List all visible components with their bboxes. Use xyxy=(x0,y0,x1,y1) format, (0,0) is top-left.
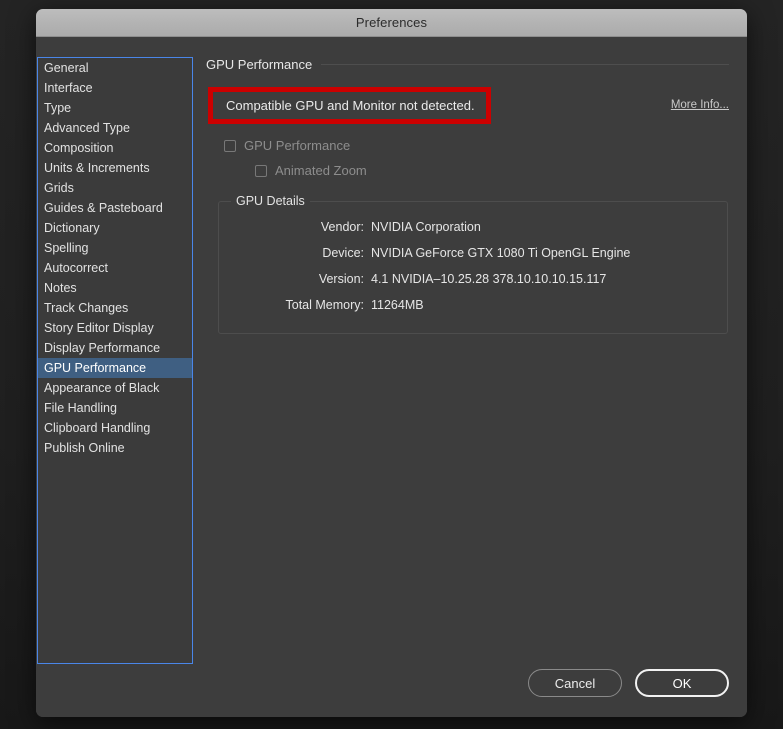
gpu-detail-row: Vendor: NVIDIA Corporation xyxy=(219,220,727,246)
dialog-body: General Interface Type Advanced Type Composi… xyxy=(36,37,747,717)
preferences-dialog: Preferences General Interface Type Advanced… xyxy=(36,9,747,717)
gpu-detail-key: Vendor: xyxy=(320,220,364,234)
gpu-detail-row: Device: NVIDIA GeForce GTX 1080 Ti OpenGL… xyxy=(219,246,727,272)
dialog-title: Preferences xyxy=(355,15,428,30)
gpu-detail-key: Total Memory: xyxy=(285,298,365,312)
sidebar-item-guides-pasteboard[interactable]: Guides & Pasteboard xyxy=(38,198,192,218)
page-title: GPU Performance xyxy=(206,56,313,72)
more-info-link[interactable]: More Info... xyxy=(671,99,729,111)
sidebar-item-interface[interactable]: Interface xyxy=(38,78,192,98)
sidebar-item-grids[interactable]: Grids xyxy=(38,178,192,198)
dialog-footer: Cancel OK xyxy=(528,669,729,697)
gpu-performance-checkbox-label: GPU Performance xyxy=(244,138,351,153)
sidebar-item-dictionary[interactable]: Dictionary xyxy=(38,218,192,238)
animated-zoom-checkbox-row[interactable]: Animated Zoom xyxy=(255,160,729,181)
sidebar-item-composition[interactable]: Composition xyxy=(38,138,192,158)
sidebar-item-gpu-performance[interactable]: GPU Performance xyxy=(38,358,192,378)
sidebar-item-advanced-type[interactable]: Advanced Type xyxy=(38,118,192,138)
gpu-detail-value: NVIDIA GeForce GTX 1080 Ti OpenGL Engine xyxy=(371,246,631,260)
animated-zoom-checkbox[interactable] xyxy=(255,164,267,177)
gpu-details-table: Vendor: NVIDIA Corporation Device: NVIDIA G… xyxy=(219,220,727,324)
sidebar-item-story-editor-display[interactable]: Story Editor Display xyxy=(38,318,192,338)
preferences-category-list[interactable]: General Interface Type Advanced Type Composi… xyxy=(37,57,193,664)
gpu-warning-highlight-box: Compatible GPU and Monitor not detected. xyxy=(208,87,491,124)
dialog-titlebar: Preferences xyxy=(36,9,747,37)
gpu-detail-row: Version: 4.1 NVIDIA–10.25.28 378.10.10.10… xyxy=(219,272,727,298)
gpu-detail-value: 11264MB xyxy=(371,298,424,312)
sidebar-item-publish-online[interactable]: Publish Online xyxy=(38,438,192,458)
sidebar-item-track-changes[interactable]: Track Changes xyxy=(38,298,192,318)
sidebar-item-file-handling[interactable]: File Handling xyxy=(38,398,192,418)
header-divider xyxy=(321,63,729,65)
gpu-performance-panel: GPU Performance Compatible GPU and Monit… xyxy=(206,55,729,717)
gpu-detail-value: 4.1 NVIDIA–10.25.28 378.10.10.10.15.117 xyxy=(371,272,607,286)
ok-button[interactable]: OK xyxy=(635,669,729,697)
sidebar-item-clipboard-handling[interactable]: Clipboard Handling xyxy=(38,418,192,438)
gpu-performance-checkbox[interactable] xyxy=(224,139,236,152)
warning-row: Compatible GPU and Monitor not detected.… xyxy=(206,87,729,125)
sidebar-item-units-increments[interactable]: Units & Increments xyxy=(38,158,192,178)
gpu-detail-row: Total Memory: 11264MB xyxy=(219,298,727,324)
gpu-details-legend: GPU Details xyxy=(231,194,310,208)
animated-zoom-checkbox-label: Animated Zoom xyxy=(275,163,367,178)
gpu-detail-value: NVIDIA Corporation xyxy=(371,220,481,234)
sidebar-item-autocorrect[interactable]: Autocorrect xyxy=(38,258,192,278)
sidebar-item-spelling[interactable]: Spelling xyxy=(38,238,192,258)
gpu-detail-key: Device: xyxy=(322,246,364,260)
sidebar-item-type[interactable]: Type xyxy=(38,98,192,118)
sidebar-item-appearance-of-black[interactable]: Appearance of Black xyxy=(38,378,192,398)
section-header: GPU Performance xyxy=(206,55,729,73)
sidebar-item-general[interactable]: General xyxy=(38,58,192,78)
sidebar-item-display-performance[interactable]: Display Performance xyxy=(38,338,192,358)
gpu-details-group: GPU Details Vendor: NVIDIA Corporation Dev… xyxy=(218,194,728,334)
gpu-detail-key: Version: xyxy=(318,272,364,286)
gpu-performance-checkbox-row[interactable]: GPU Performance xyxy=(224,135,729,156)
gpu-warning-text: Compatible GPU and Monitor not detected. xyxy=(226,98,475,113)
cancel-button[interactable]: Cancel xyxy=(528,669,622,697)
sidebar-item-notes[interactable]: Notes xyxy=(38,278,192,298)
